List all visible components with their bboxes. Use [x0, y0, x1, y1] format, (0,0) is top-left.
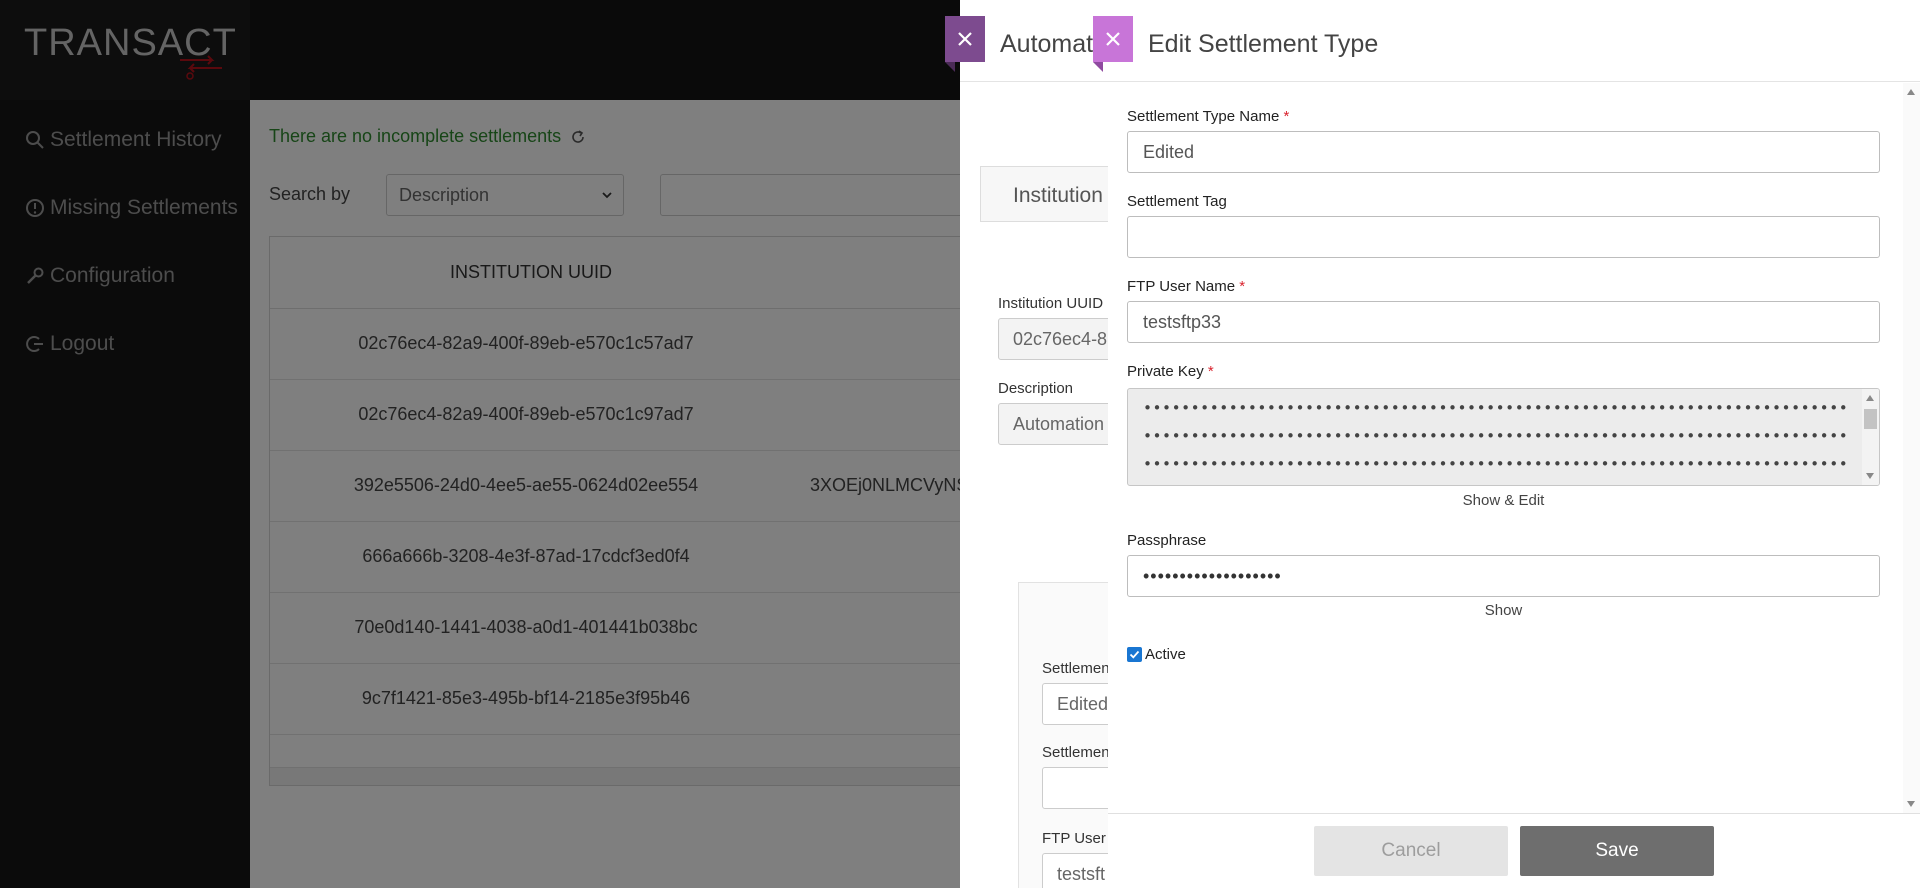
check-icon	[1129, 650, 1140, 659]
dialog-footer: Cancel Save	[1108, 813, 1920, 888]
description-label: Description	[998, 380, 1074, 397]
dialog-header: Edit Settlement Type	[1093, 0, 1920, 82]
tab-label: Institution	[1013, 184, 1103, 207]
settlement-label: Settlemen	[1042, 744, 1110, 761]
institution-uuid-label: Institution UUID	[998, 295, 1104, 312]
scroll-down-arrow-icon[interactable]	[1907, 801, 1915, 807]
dialog-body: Settlement Type Name * Edited Settlement…	[1108, 83, 1920, 813]
close-icon	[1106, 32, 1120, 46]
textarea-scrollbar[interactable]	[1862, 389, 1879, 485]
passphrase-input[interactable]: •••••••••••••••••••	[1127, 555, 1880, 597]
required-marker: *	[1283, 108, 1290, 125]
masked-line: ••••••••••••••••••••••••••••••••••••••••…	[1143, 399, 1848, 417]
required-marker: *	[1207, 363, 1214, 380]
required-marker: *	[1239, 278, 1246, 295]
close-automation-panel-button[interactable]	[945, 16, 985, 62]
private-key-label: Private Key *	[1127, 363, 1214, 380]
edit-settlement-type-panel: Edit Settlement Type Settlement Type Nam…	[1093, 0, 1920, 888]
close-dialog-button[interactable]	[1093, 16, 1133, 62]
scroll-down-arrow-icon[interactable]	[1866, 473, 1874, 479]
label-text: FTP User Name	[1127, 278, 1236, 295]
automation-panel-title: Automat	[1000, 30, 1094, 58]
dialog-title: Edit Settlement Type	[1148, 30, 1379, 58]
ftp-user-name-label: FTP User Name *	[1127, 278, 1245, 295]
settlement-type-name-label: Settlement Type Name *	[1127, 108, 1289, 125]
private-key-textarea[interactable]: ••••••••••••••••••••••••••••••••••••••••…	[1127, 388, 1880, 486]
save-button[interactable]: Save	[1520, 826, 1714, 876]
ftp-user-name-input[interactable]: testsftp33	[1127, 301, 1880, 343]
passphrase-label: Passphrase	[1127, 532, 1207, 549]
active-label: Active	[1145, 646, 1186, 663]
show-passphrase-link[interactable]: Show	[1127, 602, 1880, 619]
settlement-type-name-input[interactable]: Edited	[1127, 131, 1880, 173]
masked-line: ••••••••••••••••••••••••••••••••••••••••…	[1143, 427, 1848, 445]
dialog-scrollbar[interactable]	[1903, 83, 1920, 813]
cancel-button[interactable]: Cancel	[1314, 826, 1508, 876]
active-checkbox-row[interactable]: Active	[1127, 646, 1186, 663]
tab-fold	[1093, 62, 1103, 72]
active-checkbox[interactable]	[1127, 647, 1142, 662]
label-text: Private Key	[1127, 363, 1204, 380]
ftp-user-label: FTP User	[1042, 830, 1106, 847]
close-icon	[958, 32, 972, 46]
masked-line: ••••••••••••••••••••••••••••••••••••••••…	[1143, 455, 1848, 473]
scroll-up-arrow-icon[interactable]	[1907, 89, 1915, 95]
scroll-thumb[interactable]	[1864, 409, 1877, 429]
settlement-tag-input[interactable]	[1127, 216, 1880, 258]
label-text: Settlement Type Name	[1127, 108, 1280, 125]
show-and-edit-link[interactable]: Show & Edit	[1127, 492, 1880, 509]
tab-fold	[945, 62, 955, 72]
settlement-label: Settlemen	[1042, 660, 1110, 677]
settlement-tag-label: Settlement Tag	[1127, 193, 1227, 210]
scroll-up-arrow-icon[interactable]	[1866, 395, 1874, 401]
